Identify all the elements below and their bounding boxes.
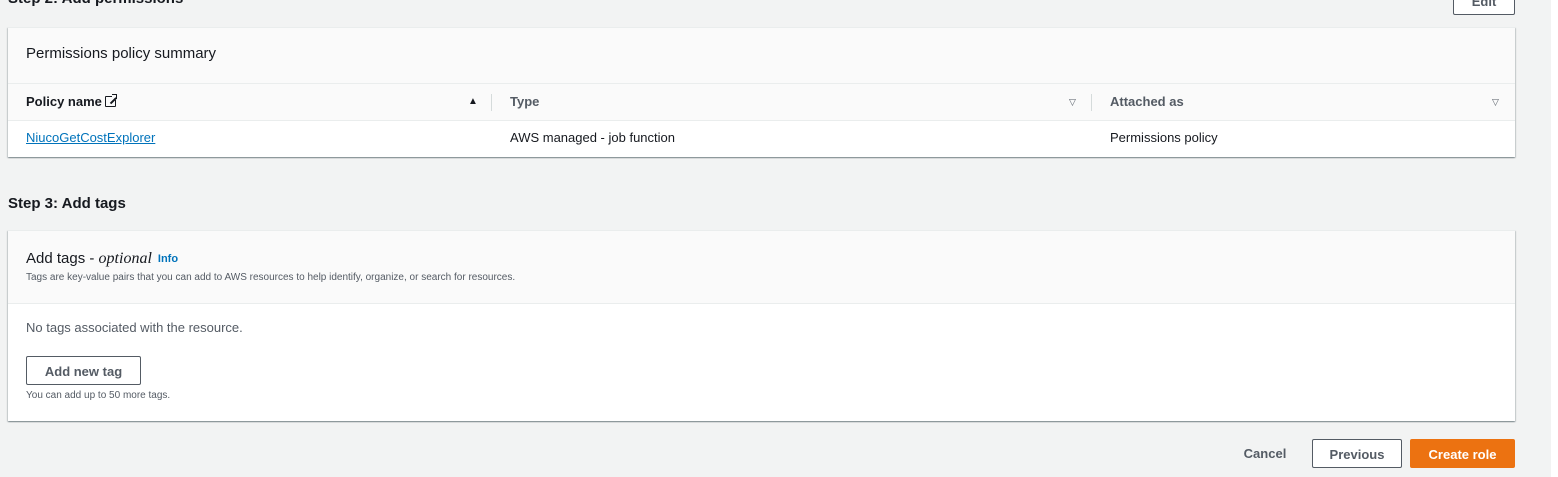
info-link[interactable]: Info <box>158 253 178 265</box>
panel-header: Add tags - optional Info Tags are key-val… <box>8 231 1515 304</box>
table-row: NiucoGetCostExplorer AWS managed - job f… <box>8 121 1515 157</box>
create-role-button[interactable]: Create role <box>1410 439 1515 468</box>
column-label: Type <box>510 94 540 109</box>
sort-ascending-icon[interactable]: ▲ <box>468 84 478 120</box>
sort-descending-outline-icon[interactable]: ▽ <box>1492 84 1499 120</box>
tags-limit-hint: You can add up to 50 more tags. <box>26 390 171 401</box>
table-header: Policy name ▲ Type ▽ Attached as ▽ <box>8 84 1515 121</box>
scrollbar-track[interactable] <box>1551 0 1558 477</box>
edit-button[interactable]: Edit <box>1453 0 1515 15</box>
panel-title: Add tags - optional Info <box>26 249 1497 269</box>
add-tags-panel: Add tags - optional Info Tags are key-val… <box>8 230 1515 421</box>
panel-description: Tags are key-value pairs that you can ad… <box>26 272 516 283</box>
external-link-icon <box>104 94 118 107</box>
cancel-button[interactable]: Cancel <box>1236 439 1294 468</box>
panel-header: Permissions policy summary <box>8 28 1515 84</box>
column-separator <box>1091 94 1092 111</box>
column-label: Attached as <box>1110 94 1184 109</box>
optional-label: optional <box>98 250 152 267</box>
column-header-attached-as[interactable]: Attached as <box>1110 84 1184 120</box>
policy-name-link[interactable]: NiucoGetCostExplorer <box>26 130 155 145</box>
step3-heading: Step 3: Add tags <box>8 195 126 212</box>
policy-type-cell: AWS managed - job function <box>510 130 675 145</box>
panel-title: Permissions policy summary <box>26 45 217 62</box>
column-label: Policy name <box>26 94 102 109</box>
permissions-policy-panel: Permissions policy summary Policy name ▲… <box>8 27 1515 157</box>
column-header-policy-name[interactable]: Policy name <box>26 84 118 120</box>
empty-tags-message: No tags associated with the resource. <box>26 320 243 335</box>
sort-descending-outline-icon[interactable]: ▽ <box>1069 84 1076 120</box>
attached-as-cell: Permissions policy <box>1110 130 1218 145</box>
column-separator <box>491 94 492 111</box>
column-header-type[interactable]: Type <box>510 84 539 120</box>
add-new-tag-button[interactable]: Add new tag <box>26 356 141 385</box>
step2-heading: Step 2: Add permissions <box>8 0 183 9</box>
panel-title-text: Add tags - <box>26 250 99 267</box>
previous-button[interactable]: Previous <box>1312 439 1402 468</box>
